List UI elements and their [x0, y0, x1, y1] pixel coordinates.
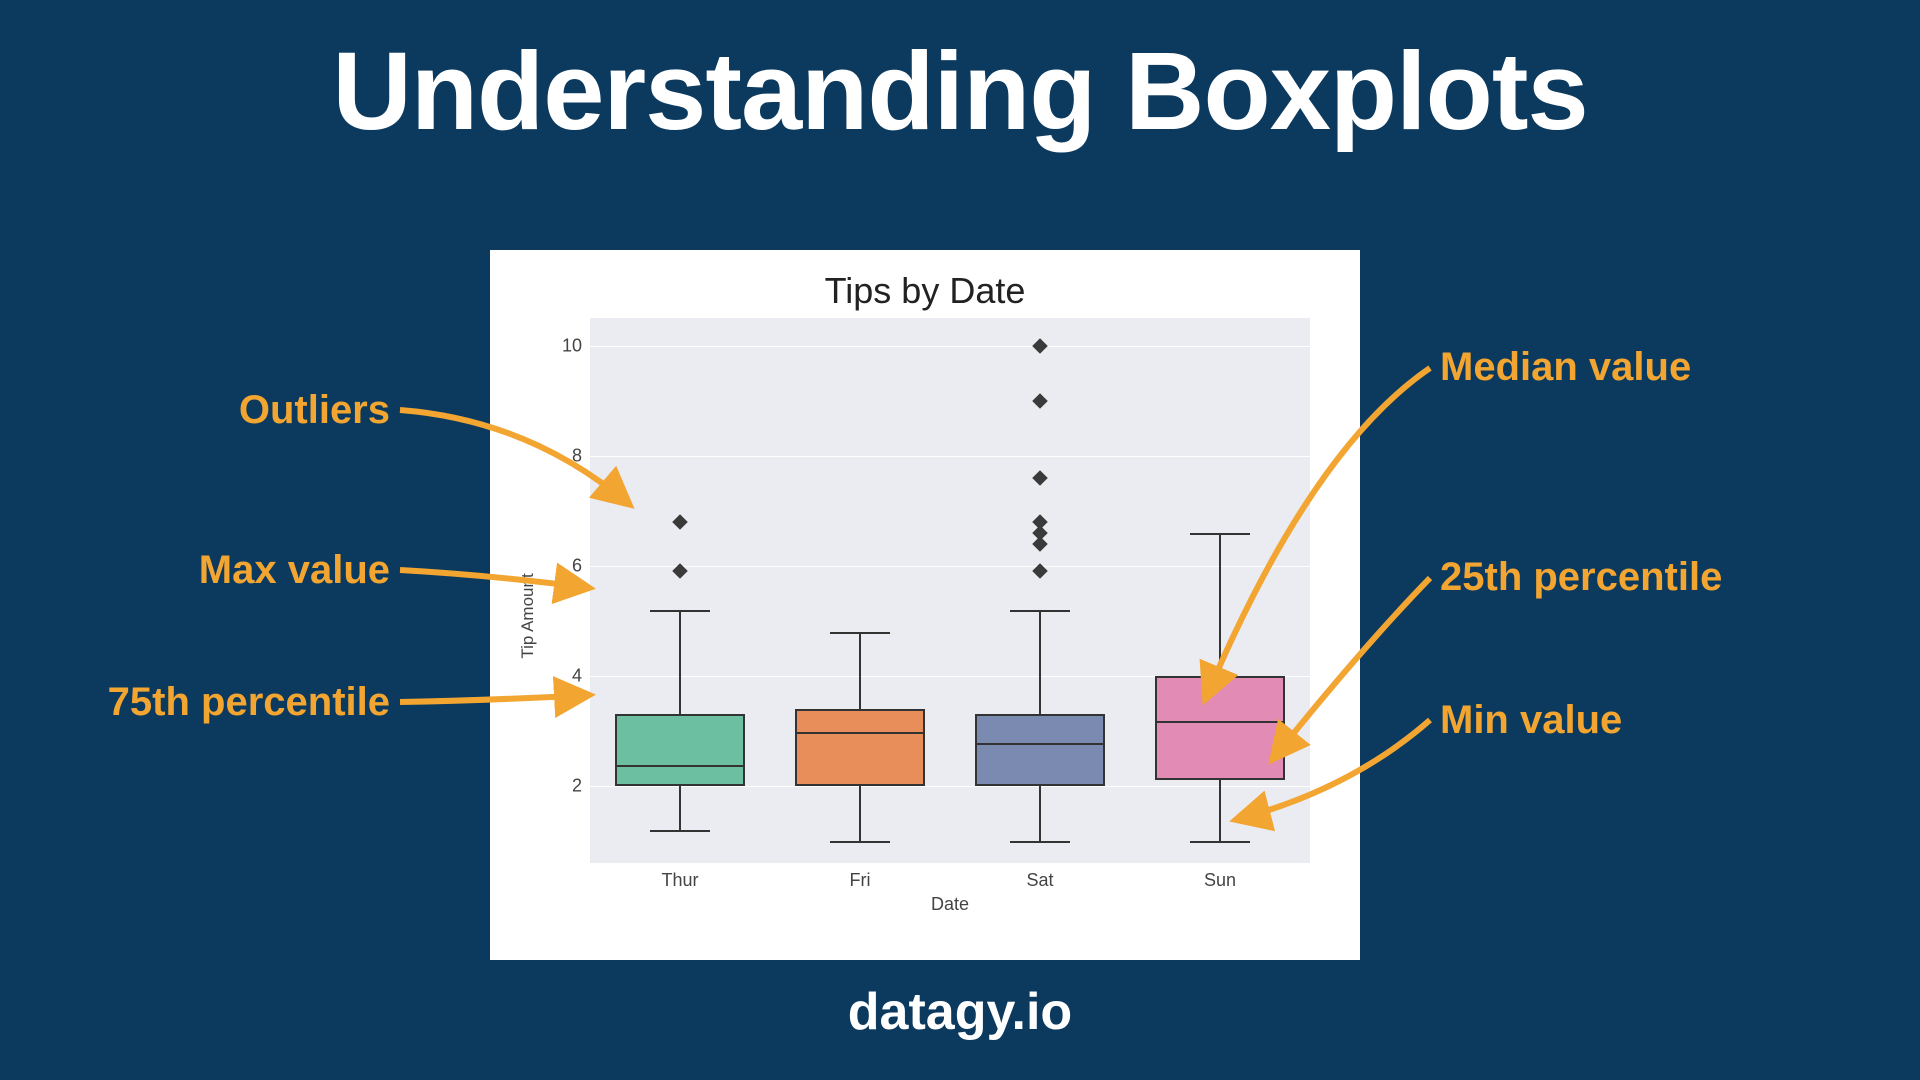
median-line — [975, 743, 1105, 745]
median-line — [1155, 721, 1285, 723]
y-tick-label: 6 — [572, 555, 582, 576]
whisker-lower — [1039, 786, 1041, 841]
page-title: Understanding Boxplots — [0, 28, 1920, 155]
y-tick-label: 2 — [572, 775, 582, 796]
y-tick-label: 8 — [572, 445, 582, 466]
whisker-cap-upper — [1190, 533, 1250, 535]
box — [1155, 676, 1285, 781]
outlier-marker — [1032, 338, 1048, 354]
whisker-cap-upper — [650, 610, 710, 612]
x-axis-label: Date — [590, 894, 1310, 915]
whisker-cap-upper — [1010, 610, 1070, 612]
y-tick-label: 10 — [562, 335, 582, 356]
x-tick-label: Thur — [661, 870, 698, 891]
whisker-cap-lower — [1190, 841, 1250, 843]
outlier-marker — [1032, 393, 1048, 409]
whisker-cap-lower — [1010, 841, 1070, 843]
annotation-outliers: Outliers — [150, 388, 390, 433]
chart-card: Tips by Date Tip Amount Date 2 4 6 8 10 Thur F… — [490, 250, 1360, 960]
gridline — [590, 456, 1310, 458]
box — [975, 714, 1105, 786]
whisker-cap-upper — [830, 632, 890, 634]
plot-area — [590, 318, 1310, 863]
whisker-upper — [859, 632, 861, 709]
x-tick-label: Sat — [1026, 870, 1053, 891]
y-tick-label: 4 — [572, 665, 582, 686]
whisker-lower — [679, 786, 681, 830]
whisker-upper — [1219, 533, 1221, 676]
boxplot: Tip Amount Date 2 4 6 8 10 Thur Fri Sat Sun — [520, 318, 1330, 913]
median-line — [795, 732, 925, 734]
whisker-upper — [1039, 610, 1041, 715]
footer-brand: datagy.io — [0, 982, 1920, 1042]
whisker-cap-lower — [650, 830, 710, 832]
x-tick-label: Sun — [1204, 870, 1236, 891]
outlier-marker — [1032, 514, 1048, 530]
outlier-marker — [672, 514, 688, 530]
chart-title: Tips by Date — [510, 270, 1340, 312]
annotation-p75: 75th percentile — [40, 680, 390, 725]
gridline — [590, 566, 1310, 568]
annotation-p25: 25th percentile — [1440, 555, 1722, 600]
outlier-marker — [1032, 470, 1048, 486]
whisker-cap-lower — [830, 841, 890, 843]
annotation-median: Median value — [1440, 345, 1691, 390]
whisker-lower — [1219, 780, 1221, 841]
annotation-max: Max value — [120, 548, 390, 593]
box — [615, 714, 745, 786]
gridline — [590, 786, 1310, 788]
whisker-lower — [859, 786, 861, 841]
whisker-upper — [679, 610, 681, 715]
x-tick-label: Fri — [850, 870, 871, 891]
y-axis-label: Tip Amount — [518, 573, 538, 658]
box — [795, 709, 925, 786]
gridline — [590, 346, 1310, 348]
annotation-min: Min value — [1440, 698, 1622, 743]
median-line — [615, 765, 745, 767]
